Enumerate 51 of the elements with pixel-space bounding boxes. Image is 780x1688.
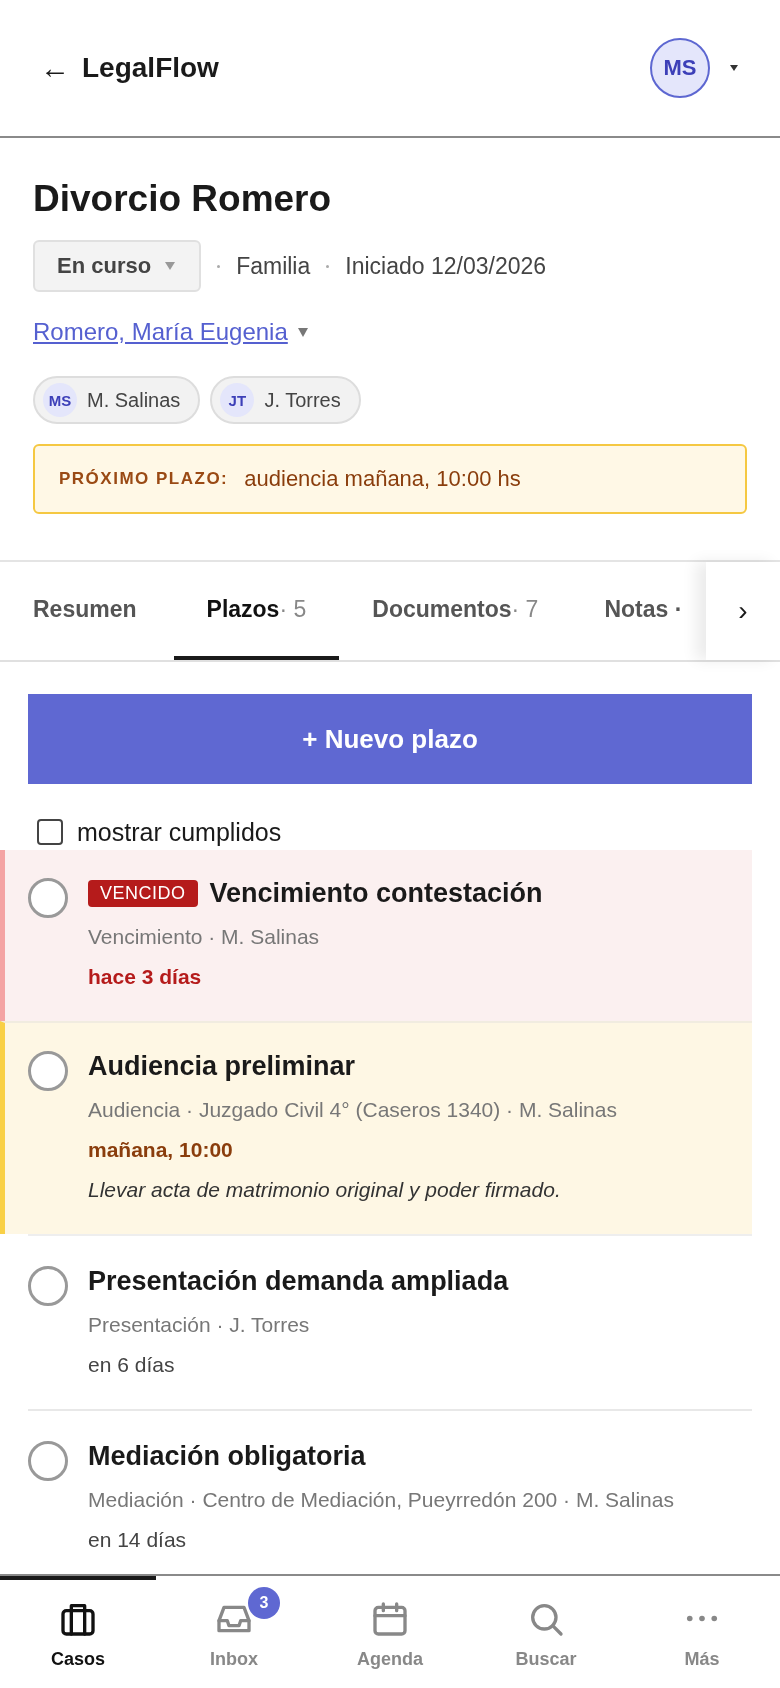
due-text: en 6 días	[88, 1353, 176, 1377]
tab[interactable]: Resumen	[33, 562, 174, 660]
complete-toggle[interactable]	[28, 1266, 68, 1306]
separator-dot	[326, 264, 330, 268]
deadline-title: Presentación demanda ampliada	[88, 1266, 509, 1297]
team-chip[interactable]: MS M. Salinas	[33, 376, 201, 424]
initials-avatar: MS	[43, 383, 77, 417]
new-deadline-button[interactable]: + Nuevo plazo	[28, 694, 752, 784]
due-text: hace 3 días	[88, 965, 203, 989]
nav-item[interactable]: Buscar	[468, 1576, 624, 1688]
tab[interactable]: Plazos· 5	[173, 562, 340, 660]
case-title: Divorcio Romero	[33, 178, 333, 220]
case-meta: Familia	[236, 252, 311, 280]
member-name: M. Salinas	[87, 388, 181, 412]
nav-item[interactable]: Casos	[0, 1576, 156, 1688]
checkbox-label: mostrar cumplidos	[77, 817, 282, 847]
initials-avatar: JT	[220, 383, 255, 417]
client-link[interactable]: Romero, María Eugenia	[33, 318, 308, 346]
status-dropdown[interactable]: En curso	[33, 240, 202, 292]
complete-toggle[interactable]	[28, 878, 68, 918]
nav-item[interactable]: 3 Inbox	[156, 1576, 312, 1688]
tab[interactable]: Documentos· 7	[339, 562, 572, 660]
nav-item[interactable]: Más	[624, 1576, 780, 1688]
checkbox[interactable]	[37, 819, 63, 845]
deadline-title: Audiencia preliminar	[88, 1051, 356, 1082]
deadline-note: Llevar acta de matrimonio original y poder firmado.	[88, 1178, 562, 1202]
banner-text: audiencia mañana, 10:00 hs	[244, 466, 521, 492]
banner-label: PRÓXIMO PLAZO:	[59, 469, 229, 489]
deadline-meta: Presentación · J. Torres	[88, 1313, 311, 1337]
member-name: J. Torres	[264, 388, 341, 412]
scroll-right-button[interactable]: ›	[706, 562, 780, 660]
deadline-meta: Audiencia · Juzgado Civil 4° (Caseros 1340) · M. Salinas	[88, 1098, 617, 1122]
status-badge: VENCIDO	[88, 880, 198, 907]
separator-dot	[217, 264, 221, 268]
count-badge: 3	[248, 1586, 280, 1619]
due-text: en 14 días	[88, 1528, 188, 1552]
deadline-meta: Mediación · Centro de Mediación, Pueyrredón 200 · M. Salinas	[88, 1488, 674, 1512]
app-title: LegalFlow	[82, 52, 219, 84]
deadline-meta: Vencimiento · M. Salinas	[88, 925, 321, 949]
deadline-title: Mediación obligatoria	[88, 1441, 366, 1472]
case-meta: Iniciado 12/03/2026	[345, 252, 547, 280]
caret-icon[interactable]	[730, 65, 738, 71]
complete-toggle[interactable]	[28, 1051, 68, 1091]
nav-item[interactable]: Agenda	[312, 1576, 468, 1688]
back-button[interactable]: ←	[40, 53, 70, 83]
deadline-title: Vencimiento contestación	[209, 878, 543, 909]
due-text: mañana, 10:00	[88, 1138, 234, 1162]
user-avatar[interactable]: MS	[650, 38, 710, 98]
tab[interactable]: Notas ·	[571, 562, 706, 660]
complete-toggle[interactable]	[28, 1441, 68, 1481]
team-chip[interactable]: JT J. Torres	[210, 376, 361, 424]
